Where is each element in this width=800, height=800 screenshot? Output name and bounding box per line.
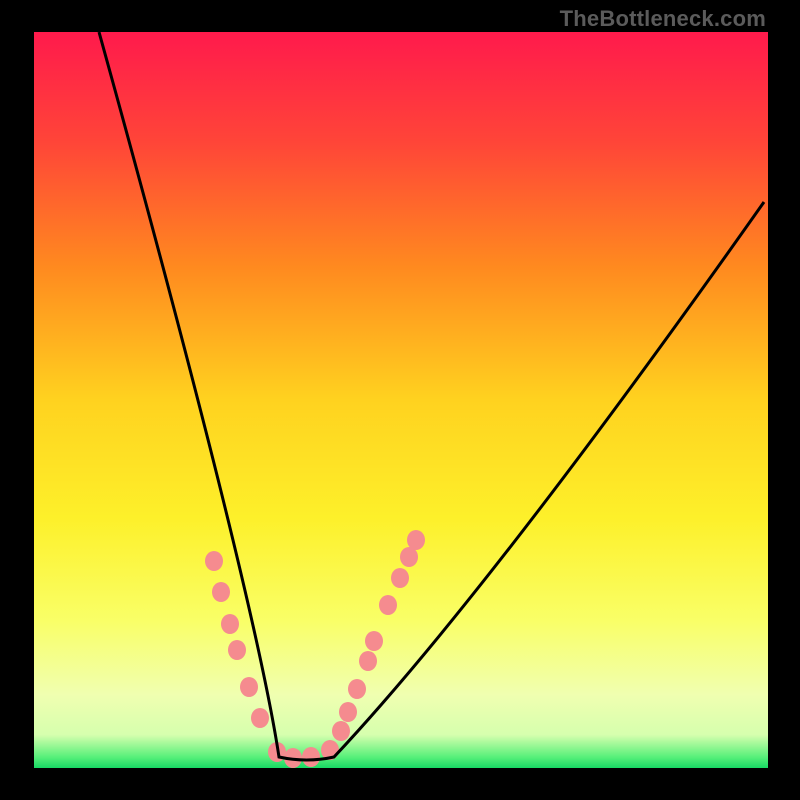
highlight-dot (205, 551, 223, 571)
highlight-dot (391, 568, 409, 588)
highlight-dot (379, 595, 397, 615)
chart-svg (34, 32, 768, 768)
highlight-dot (365, 631, 383, 651)
watermark-text: TheBottleneck.com (560, 6, 766, 32)
highlight-dot (332, 721, 350, 741)
highlight-dot (221, 614, 239, 634)
highlight-dot (212, 582, 230, 602)
outer-frame: TheBottleneck.com (0, 0, 800, 800)
bottleneck-curve-path (99, 32, 764, 760)
highlight-dot (251, 708, 269, 728)
highlight-dot (348, 679, 366, 699)
highlight-dot (407, 530, 425, 550)
highlight-dot (240, 677, 258, 697)
highlight-dot (228, 640, 246, 660)
highlight-dot (302, 747, 320, 767)
highlight-dot (339, 702, 357, 722)
highlight-dot (359, 651, 377, 671)
highlight-dot (400, 547, 418, 567)
